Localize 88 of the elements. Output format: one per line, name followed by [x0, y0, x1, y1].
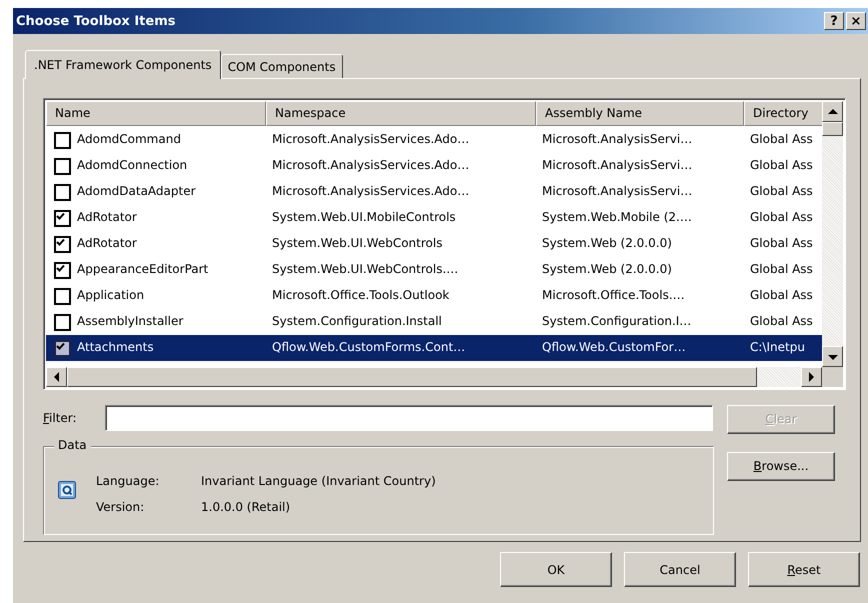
table-cell-text: Microsoft.AnalysisServi… [541, 183, 694, 200]
table-cell-text: System.Web.Mobile (2.… [541, 209, 693, 226]
left-arrow-icon [52, 371, 60, 383]
checkbox[interactable] [54, 184, 71, 201]
filter-label: Filter: [43, 410, 78, 424]
table-row[interactable]: AdomdDataAdapter Microsoft.AnalysisServices.Ado… Microsoft.AnalysisServi… Global Ass [46, 179, 822, 205]
table-cell-text: C:\Inetpu [749, 339, 806, 356]
table-cell-text: Global Ass [749, 287, 814, 304]
window-title: Choose Toolbox Items [16, 14, 176, 28]
item-name[interactable]: AdRotator [77, 210, 137, 224]
tab[interactable]: COM Components [220, 54, 343, 78]
checkbox[interactable] [54, 132, 71, 149]
table-row[interactable]: AppearanceEditorPart System.Web.UI.WebControls.… System.Web (2.0.0.0) Global Ass [46, 257, 822, 283]
field-label: Language: [96, 474, 160, 488]
table-cell-text: System.Web (2.0.0.0) [541, 235, 673, 252]
checkmark-icon [56, 264, 65, 273]
scrollbar-corner [822, 367, 843, 387]
table-row[interactable]: AdRotator System.Web.UI.WebControls System.Web (2.0.0.0) Global Ass [46, 231, 822, 257]
filter-field[interactable] [105, 404, 713, 430]
table-cell-text: System.Web (2.0.0.0) [541, 261, 673, 278]
checkbox[interactable] [54, 314, 71, 331]
table-row[interactable]: AdomdConnection Microsoft.AnalysisServices.Ado… Microsoft.AnalysisServi… Global Ass [46, 153, 822, 179]
table-cell-text: Global Ass [749, 209, 814, 226]
table-row[interactable]: AdomdCommand Microsoft.AnalysisServices.Ado… Microsoft.AnalysisServi… Global Ass [46, 127, 822, 153]
vertical-scrollbar[interactable] [822, 101, 843, 367]
scroll-thumb[interactable] [822, 122, 843, 136]
table-row[interactable]: Attachments Qflow.Web.CustomForms.Cont… Qflow.Web.CustomFor… C:\Inetpu [46, 335, 822, 361]
browse-button[interactable]: Browse... [727, 452, 835, 480]
cancel-button[interactable]: Cancel [624, 552, 736, 587]
column-header[interactable]: Assembly Name [536, 101, 744, 126]
column-header[interactable]: Namespace [266, 101, 536, 126]
item-name[interactable]: AssemblyInstaller [77, 314, 184, 328]
help-button[interactable]: ? [824, 12, 844, 30]
checkbox[interactable] [54, 236, 71, 253]
field-value: Invariant Language (Invariant Country) [201, 474, 436, 488]
table-cell-text: Global Ass [749, 235, 814, 252]
checkmark-icon [56, 212, 65, 221]
table-cell-text: System.Web.UI.MobileControls [271, 209, 457, 226]
table-cell-text: Global Ass [749, 261, 814, 278]
scroll-down-button[interactable] [822, 346, 843, 367]
field-label: Version: [96, 500, 146, 514]
table-cell-text: Global Ass [749, 157, 814, 174]
table-cell-text: Microsoft.AnalysisServi… [541, 131, 694, 148]
checkbox[interactable] [54, 288, 71, 305]
item-name[interactable]: AdomdConnection [77, 158, 188, 172]
scroll-right-button[interactable] [801, 367, 822, 387]
table-cell-text: Microsoft.Office.Tools.… [541, 287, 686, 304]
table-cell-text: Microsoft.Office.Tools.Outlook [271, 287, 450, 304]
item-name[interactable]: AdRotator [77, 236, 137, 250]
group-title: Data [54, 438, 91, 452]
close-button[interactable]: × [846, 12, 866, 30]
scroll-left-button[interactable] [46, 367, 67, 387]
item-name[interactable]: AdomdDataAdapter [77, 184, 196, 198]
table-cell-text: Global Ass [749, 313, 814, 330]
column-header[interactable]: Name [46, 101, 266, 126]
table-cell-text: Microsoft.AnalysisServi… [541, 157, 694, 174]
table-cell-text: System.Web.UI.WebControls [271, 235, 444, 252]
field-value: 1.0.0.0 (Retail) [201, 500, 292, 514]
checkbox[interactable] [54, 340, 71, 357]
table-row[interactable]: AssemblyInstaller System.Configuration.Install System.Configuration.I… Global Ass [46, 309, 822, 335]
table-row[interactable]: AdRotator System.Web.UI.MobileControls System.Web.Mobile (2.… Global Ass [46, 205, 822, 231]
reset-button[interactable]: Reset [748, 552, 860, 587]
checkbox[interactable] [54, 158, 71, 175]
item-name[interactable]: AppearanceEditorPart [77, 262, 208, 276]
table-cell-text: Qflow.Web.CustomForms.Cont… [271, 339, 466, 356]
column-header[interactable]: Directory [744, 101, 822, 126]
checkmark-icon [56, 342, 65, 351]
checkbox[interactable] [54, 262, 71, 279]
table-row[interactable]: Application Microsoft.Office.Tools.Outlook Microsoft.Office.Tools.… Global Ass [46, 283, 822, 309]
tab[interactable]: .NET Framework Components [25, 50, 221, 79]
item-name[interactable]: Attachments [77, 340, 154, 354]
table-cell-text: Global Ass [749, 131, 814, 148]
checkmark-icon [56, 238, 65, 247]
table-cell-text: Microsoft.AnalysisServices.Ado… [271, 183, 470, 200]
table-cell-text: System.Configuration.I… [541, 313, 692, 330]
table-cell-text: Qflow.Web.CustomFor… [541, 339, 687, 356]
checkbox[interactable] [54, 210, 71, 227]
ok-button[interactable]: OK [500, 552, 612, 587]
right-arrow-icon [808, 371, 816, 383]
table-cell-text: System.Configuration.Install [271, 313, 443, 330]
table-cell-text: Microsoft.AnalysisServices.Ado… [271, 131, 470, 148]
scroll-up-button[interactable] [822, 101, 843, 122]
table-cell-text: Microsoft.AnalysisServices.Ado… [271, 157, 470, 174]
table-cell-text: System.Web.UI.WebControls.… [271, 261, 460, 278]
item-name[interactable]: AdomdCommand [77, 132, 181, 146]
item-name[interactable]: Application [77, 288, 144, 302]
app-icon [58, 481, 76, 499]
table-cell-text: Global Ass [749, 183, 814, 200]
